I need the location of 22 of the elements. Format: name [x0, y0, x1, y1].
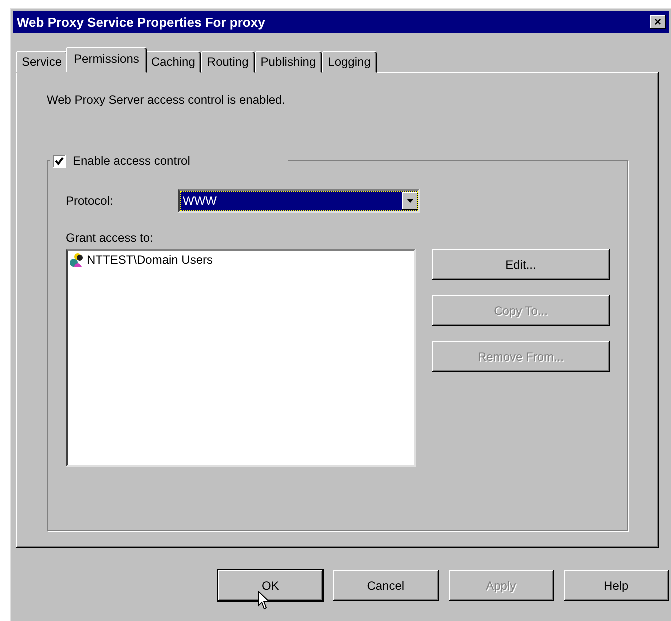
dialog-button[interactable]: Cancel: [333, 570, 438, 601]
action-button[interactable]: Edit...: [432, 249, 610, 280]
checkbox-label: Enable access control: [73, 154, 190, 168]
dialog-button[interactable]: OK: [218, 570, 324, 601]
user-group-icon: [69, 252, 85, 268]
status-text: Web Proxy Server access control is enabled.: [47, 93, 287, 109]
close-button[interactable]: ×: [650, 15, 666, 29]
tab[interactable]: Publishing: [254, 51, 322, 73]
tab[interactable]: Caching: [145, 51, 202, 73]
tab[interactable]: Permissions: [66, 47, 148, 73]
access-list[interactable]: NTTEST\Domain Users: [66, 249, 416, 467]
cursor-icon: [258, 591, 270, 610]
tab[interactable]: Service: [16, 51, 68, 73]
dialog-button[interactable]: Help: [564, 570, 669, 601]
checkbox[interactable]: [53, 154, 66, 168]
field-label: Grant access to:: [66, 231, 154, 247]
protocol-dropdown[interactable]: WWW: [178, 189, 420, 213]
window-title: Web Proxy Service Properties For proxy: [17, 14, 266, 30]
tab[interactable]: Logging: [322, 51, 377, 73]
list-item[interactable]: NTTEST\Domain Users: [68, 251, 414, 269]
tab[interactable]: Routing: [201, 51, 255, 73]
field-label: Protocol:: [66, 194, 114, 208]
